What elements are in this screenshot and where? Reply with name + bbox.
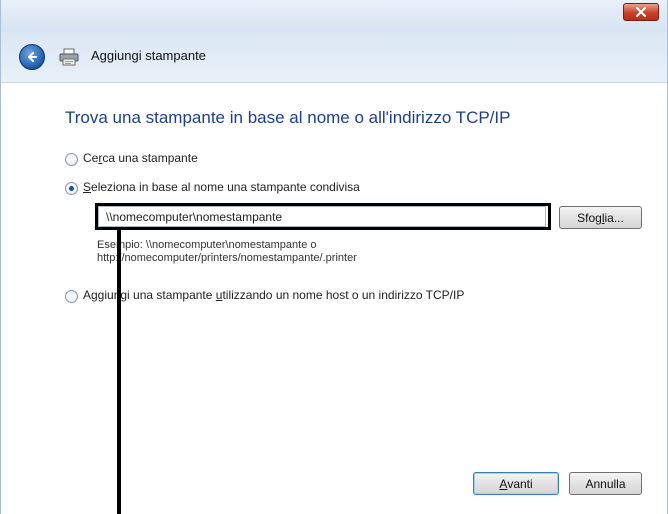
add-tcpip-label-pre: Aggiungi una stampante [83,288,216,302]
add-tcpip-radio[interactable] [65,290,78,303]
close-button[interactable] [623,3,659,21]
window-title: Aggiungi stampante [91,48,206,63]
callout-pointer-line [117,230,121,514]
example-line-2: http://nomecomputer/printers/nomestampan… [97,252,357,264]
add-printer-window: Aggiungi stampante Trova una stampante i… [0,0,668,514]
example-text: Esempio: \\nomecomputer\nomestampante o … [97,239,357,265]
select-shared-label-post: eleziona in base al nome una stampante c… [91,180,360,194]
printer-icon [59,48,79,66]
find-printer-label-post: ca una stampante [102,151,198,165]
shared-printer-path-input[interactable] [95,203,551,230]
select-shared-label[interactable]: Seleziona in base al nome una stampante … [83,180,360,194]
next-button[interactable]: Avanti [473,472,559,495]
title-bar [1,0,667,32]
cancel-button[interactable]: Annulla [569,472,642,495]
example-line-1: Esempio: \\nomecomputer\nomestampante o [97,239,317,251]
back-button[interactable] [19,44,45,70]
browse-label-pre: Sfog [577,210,602,225]
select-shared-radio[interactable] [65,182,78,195]
navigation-bar: Aggiungi stampante [1,32,667,83]
find-printer-radio[interactable] [65,153,78,166]
back-arrow-icon [28,52,37,62]
add-tcpip-label[interactable]: Aggiungi una stampante utilizzando un no… [83,288,464,302]
page-heading: Trova una stampante in base al nome o al… [65,108,511,127]
next-label-post: vanti [507,476,533,491]
browse-button[interactable]: Sfog l ia... [559,206,642,229]
add-tcpip-label-post: tilizzando un nome host o un indirizzo T… [222,288,465,302]
close-icon [636,7,646,17]
find-printer-label-pre: Ce [83,151,99,165]
next-label-accel: A [499,476,508,491]
browse-label-post: ia... [604,210,624,225]
select-shared-label-accel: S [83,180,92,194]
find-printer-label[interactable]: Cerca una stampante [83,151,198,165]
